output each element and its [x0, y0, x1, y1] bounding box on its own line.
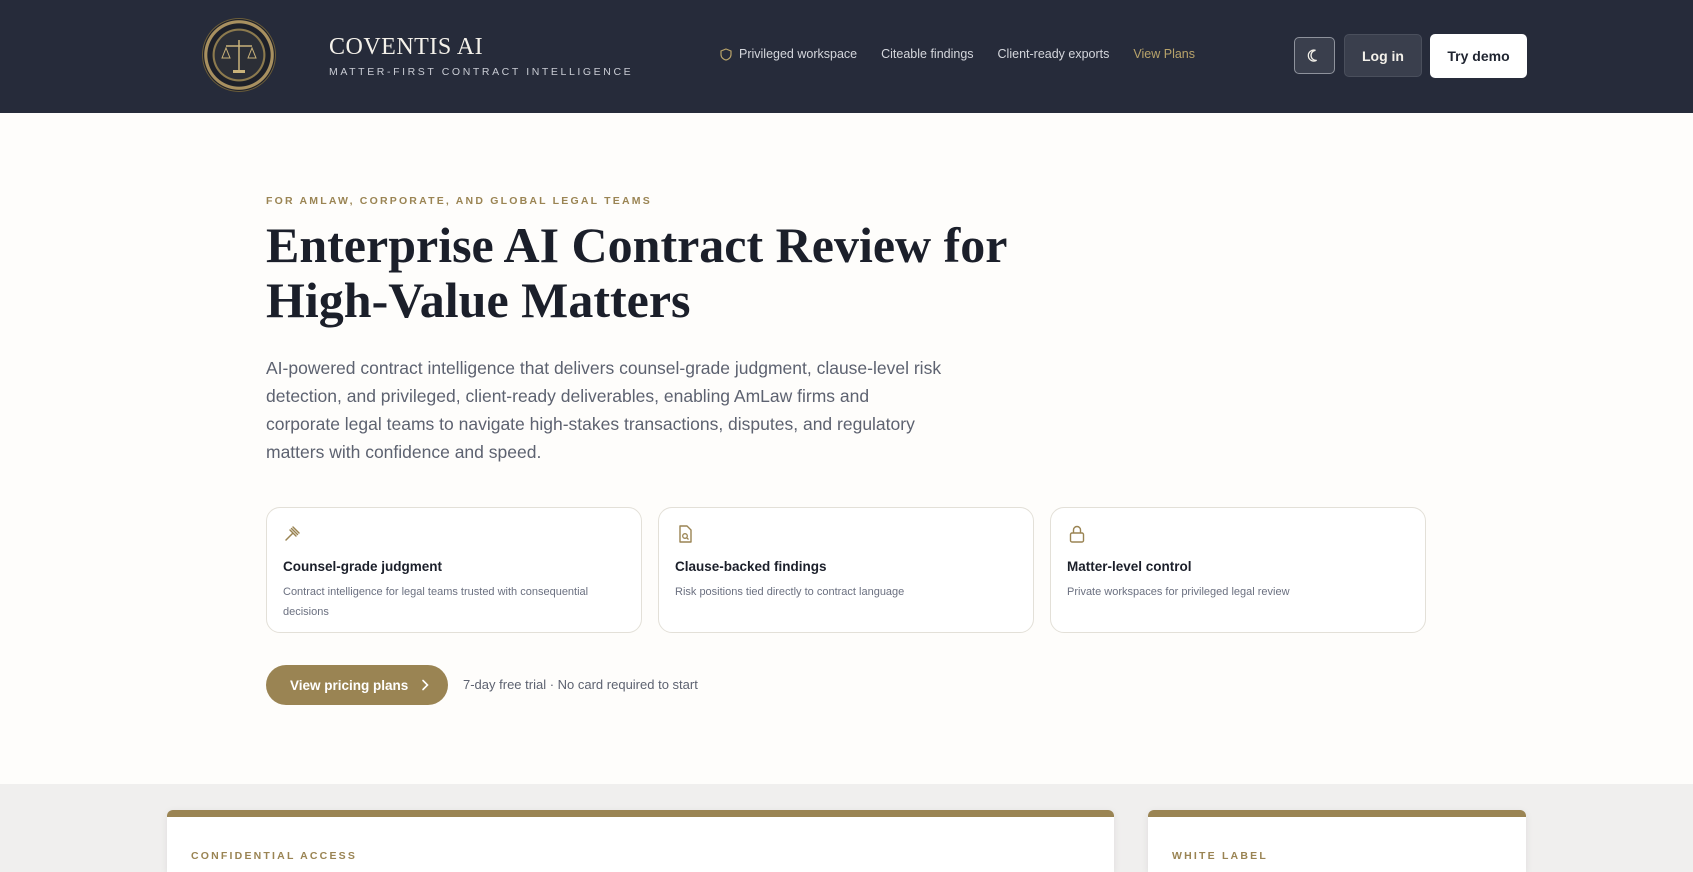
- shield-icon: [720, 47, 732, 61]
- view-pricing-plans-button[interactable]: View pricing plans: [266, 665, 448, 705]
- cta-label: View pricing plans: [290, 677, 409, 693]
- nav-privileged-workspace[interactable]: Privileged workspace: [720, 47, 857, 61]
- feature-description: Risk positions tied directly to contract…: [675, 586, 905, 598]
- feature-title: Clause-backed findings: [675, 559, 827, 574]
- chevron-right-icon: [422, 679, 429, 691]
- brand-tagline: MATTER-FIRST CONTRACT INTELLIGENCE: [329, 66, 634, 78]
- nav-client-ready-exports[interactable]: Client-ready exports: [998, 47, 1110, 61]
- brand-seal-logo[interactable]: [202, 18, 276, 92]
- lock-icon: [1069, 525, 1085, 543]
- nav-label: Privileged workspace: [739, 47, 858, 61]
- feature-card: Matter-level control Private workspaces …: [1050, 507, 1426, 633]
- hero-eyebrow: FOR AMLAW, CORPORATE, AND GLOBAL LEGAL T…: [266, 195, 652, 207]
- panel-tag: WHITE LABEL: [1172, 850, 1268, 862]
- brand-name: COVENTIS AI: [329, 34, 484, 60]
- hero-description: AI-powered contract intelligence that de…: [266, 358, 942, 462]
- nav-view-plans[interactable]: View Plans: [1133, 47, 1195, 61]
- hero-title: Enterprise AI Contract Review for High-V…: [266, 218, 1026, 328]
- white-label-panel: WHITE LABEL: [1148, 810, 1526, 872]
- feature-title: Matter-level control: [1067, 559, 1192, 574]
- try-demo-button[interactable]: Try demo: [1430, 34, 1527, 78]
- feature-card: Clause-backed findings Risk positions ti…: [658, 507, 1034, 633]
- gavel-icon: [285, 526, 300, 541]
- nav-label: Client-ready exports: [997, 47, 1110, 61]
- nav-label: View Plans: [1133, 47, 1195, 61]
- nav-citeable-findings[interactable]: Citeable findings: [881, 47, 973, 61]
- primary-nav: Privileged workspace Citeable findings C…: [720, 47, 1219, 61]
- top-navigation-bar: COVENTIS AI MATTER-FIRST CONTRACT INTELL…: [0, 0, 1693, 113]
- feature-cards: Counsel-grade judgment Contract intellig…: [266, 507, 1442, 633]
- feature-title: Counsel-grade judgment: [283, 559, 443, 574]
- nav-label: Citeable findings: [881, 47, 974, 61]
- theme-toggle-button[interactable]: [1294, 37, 1335, 74]
- moon-icon: [1307, 48, 1317, 62]
- panel-tag: CONFIDENTIAL ACCESS: [191, 850, 358, 862]
- scales-of-justice-icon: [221, 40, 257, 73]
- feature-description: Contract intelligence for legal teams tr…: [283, 586, 589, 618]
- hero-title-line2: High-Value Matters: [266, 272, 691, 328]
- feature-description: Private workspaces for privileged legal …: [1067, 586, 1290, 598]
- trial-note: 7-day free trial · No card required to s…: [463, 677, 698, 692]
- login-button[interactable]: Log in: [1344, 34, 1422, 77]
- document-search-icon: [679, 525, 692, 543]
- feature-card: Counsel-grade judgment Contract intellig…: [266, 507, 642, 633]
- confidential-access-panel: CONFIDENTIAL ACCESS: [167, 810, 1114, 872]
- hero-title-line1: Enterprise AI Contract Review for: [266, 217, 1008, 273]
